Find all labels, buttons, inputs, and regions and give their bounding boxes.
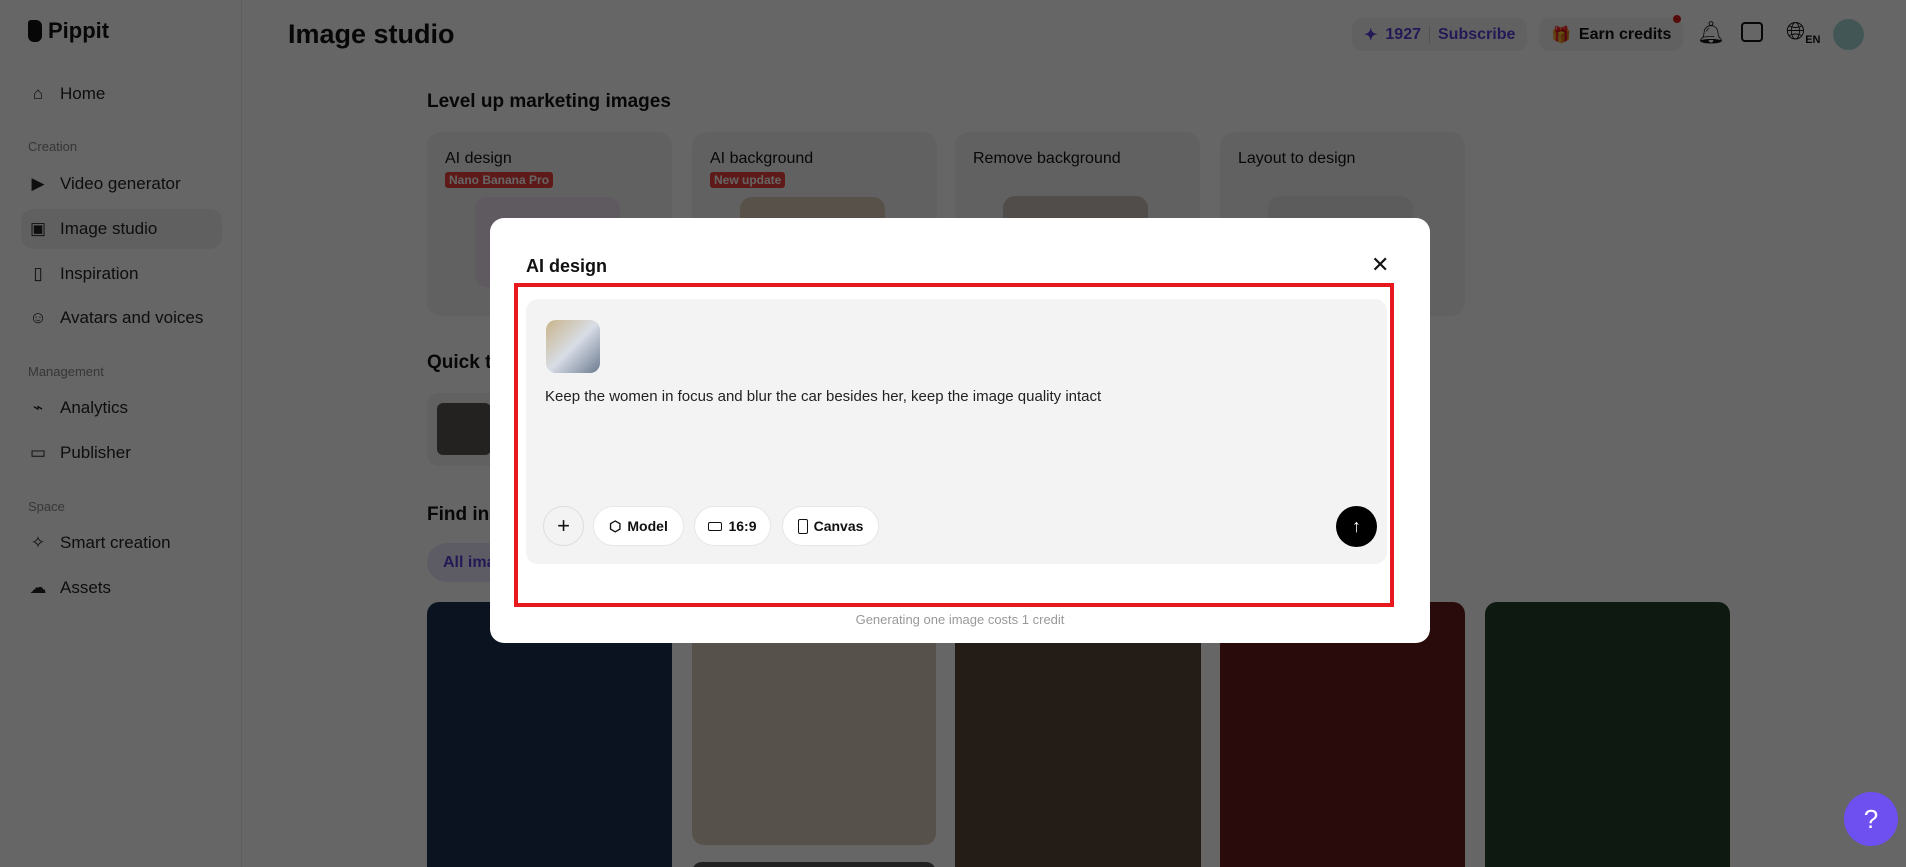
avatar[interactable] — [1833, 19, 1864, 50]
cloud-icon: ☁ — [29, 578, 47, 597]
sidebar-item-video-generator[interactable]: ▶ Video generator — [21, 164, 222, 204]
gift-icon: 🎁 — [1551, 26, 1571, 44]
avatar-icon: ☺ — [29, 308, 47, 327]
sidebar-item-smart-creation[interactable]: ✧ Smart creation — [21, 523, 222, 563]
calendar-icon: ▭ — [29, 443, 47, 462]
section-management: Management — [28, 364, 104, 379]
subscribe-button[interactable]: Subscribe — [1438, 26, 1515, 44]
inspiration-icon: ▯ — [33, 264, 43, 283]
page-title: Image studio — [288, 19, 455, 49]
quick-tools-title: Quick t — [427, 352, 492, 373]
help-icon: ? — [1863, 803, 1879, 834]
credits-count: 1927 — [1385, 25, 1421, 43]
magic-wand-icon: ✧ — [30, 533, 46, 552]
close-icon[interactable]: ✕ — [1371, 254, 1389, 276]
sidebar-item-label: Inspiration — [60, 264, 139, 283]
sidebar-item-publisher[interactable]: ▭ Publisher — [21, 433, 222, 473]
sidebar-item-label: Home — [60, 84, 106, 103]
level-up-title: Level up marketing images — [427, 91, 671, 112]
gallery-image[interactable] — [692, 862, 936, 867]
modal-title: AI design — [526, 256, 608, 276]
card-title: Layout to design — [1238, 150, 1356, 167]
sidebar-item-assets[interactable]: ☁ Assets — [21, 568, 222, 608]
credits-pill[interactable]: ✦ 1927 Subscribe — [1352, 18, 1528, 51]
notification-dot — [1673, 15, 1681, 23]
sparkle-icon: ✦ — [1364, 26, 1378, 44]
section-space: Space — [28, 499, 65, 514]
sidebar-item-label: Analytics — [60, 398, 129, 417]
sidebar-item-analytics[interactable]: ⌁ Analytics — [21, 388, 222, 428]
credit-cost-note: Generating one image costs 1 credit — [855, 612, 1065, 627]
sidebar: Pippit ⌂ Home Creation ▶ Video generator ▣… — [0, 0, 242, 867]
section-creation: Creation — [28, 139, 78, 154]
card-title: Remove background — [973, 150, 1121, 167]
language-label: EN — [1805, 34, 1821, 46]
earn-credits-label: Earn credits — [1578, 25, 1672, 43]
card-badge: Nano Banana Pro — [445, 172, 554, 188]
sidebar-item-label: Avatars and voices — [60, 308, 204, 327]
image-icon: ▣ — [29, 219, 47, 238]
wallet-icon[interactable] — [1741, 22, 1763, 42]
sidebar-item-label: Image studio — [60, 219, 158, 238]
home-icon: ⌂ — [32, 84, 44, 103]
pippit-logo[interactable]: Pippit — [28, 18, 109, 44]
logo-text: Pippit — [48, 18, 110, 43]
sidebar-item-avatars[interactable]: ☺ Avatars and voices — [21, 298, 222, 338]
video-icon: ▶ — [31, 174, 45, 193]
card-title: AI design — [445, 150, 512, 167]
sidebar-item-label: Smart creation — [60, 533, 171, 552]
help-button[interactable]: ? — [1844, 792, 1898, 846]
sidebar-item-label: Publisher — [60, 443, 131, 462]
sidebar-item-label: Assets — [60, 578, 112, 597]
earn-credits-button[interactable]: 🎁 Earn credits — [1539, 18, 1684, 51]
quick-tool-thumbnail — [437, 403, 491, 455]
find-inspiration-title: Find ins — [427, 504, 500, 525]
sidebar-item-home[interactable]: ⌂ Home — [21, 74, 222, 114]
bell-icon[interactable]: 🔔︎ — [1697, 20, 1725, 46]
ai-design-modal: AI design ✕ Keep the women in focus and … — [490, 218, 1430, 643]
logo-icon — [28, 20, 42, 42]
language-button[interactable]: 🌐︎ EN — [1786, 18, 1820, 46]
card-badge: New update — [710, 172, 786, 188]
globe-icon: 🌐︎ — [1786, 18, 1806, 45]
sidebar-item-label: Video generator — [60, 174, 181, 193]
gallery-image[interactable] — [1485, 602, 1730, 867]
card-title: AI background — [710, 150, 814, 167]
sidebar-item-image-studio[interactable]: ▣ Image studio — [21, 209, 222, 249]
sidebar-item-inspiration[interactable]: ▯ Inspiration — [21, 254, 222, 294]
divider — [1429, 25, 1430, 44]
analytics-icon: ⌁ — [32, 398, 44, 417]
highlight-box — [514, 283, 1394, 607]
